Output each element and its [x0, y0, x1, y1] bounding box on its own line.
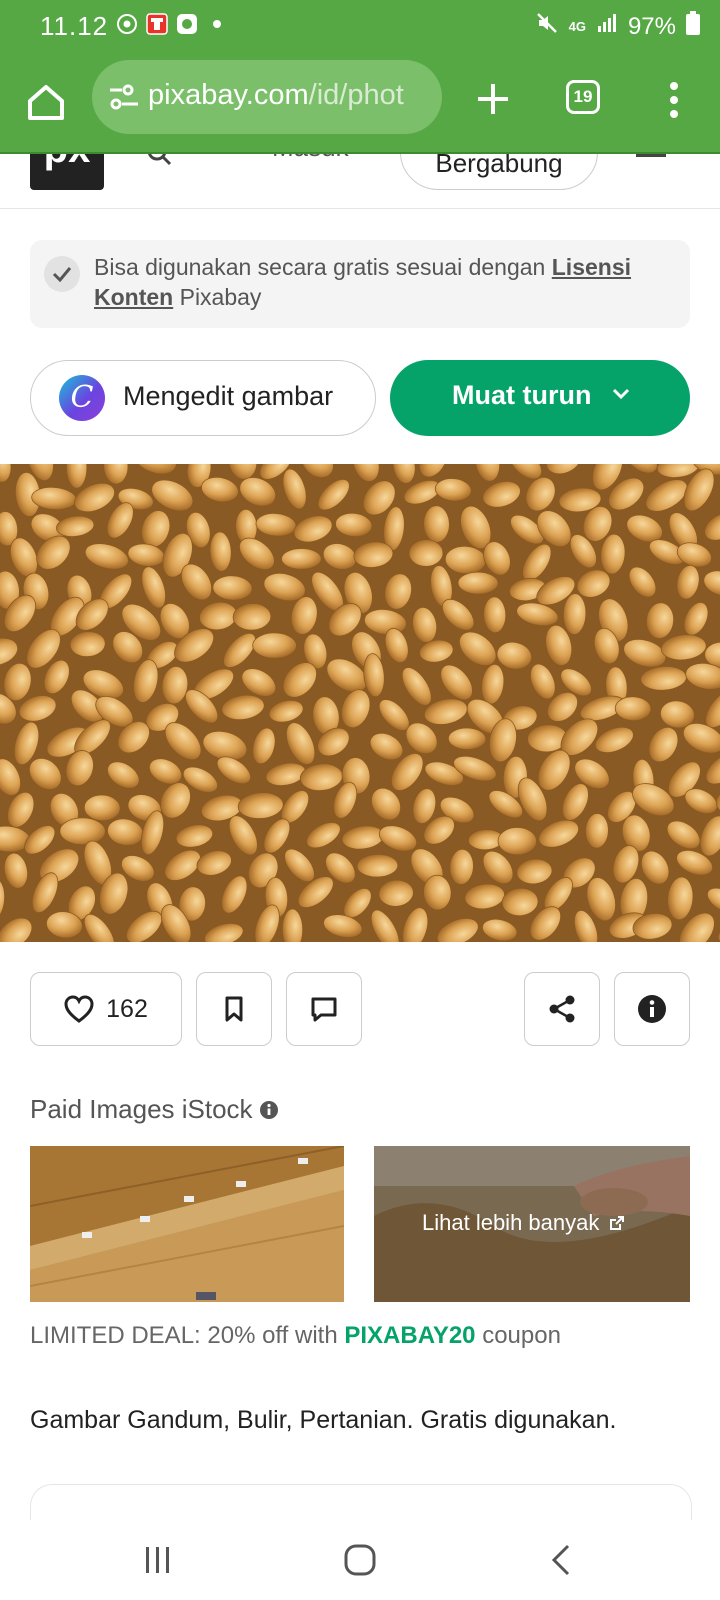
check-icon — [44, 256, 80, 292]
wheat-grain — [447, 727, 487, 751]
wheat-grain — [457, 571, 499, 595]
home-button[interactable] — [24, 80, 68, 124]
info-button[interactable] — [614, 972, 690, 1046]
comment-icon — [311, 997, 337, 1022]
new-tab-button[interactable] — [470, 76, 516, 122]
url-host: pixabay.com — [148, 79, 309, 111]
system-status: 4G 97% — [535, 11, 700, 42]
battery-level: 97% — [627, 12, 676, 40]
tabs-icon[interactable]: 19 — [566, 80, 600, 114]
license-notice: Bisa digunakan secara gratis sesuai deng… — [30, 240, 690, 328]
see-more-link[interactable]: Lihat lebih banyak — [422, 1210, 625, 1236]
wheat-grain — [252, 632, 297, 659]
download-button[interactable]: Muat turun — [390, 360, 690, 436]
hero-image[interactable] — [0, 464, 720, 942]
share-button[interactable] — [524, 972, 600, 1046]
wheat-grain — [281, 548, 322, 570]
status-time: 11.12 — [40, 11, 109, 41]
wheat-grain — [423, 505, 450, 543]
gallery-notification-icon — [176, 13, 198, 35]
download-label: Muat turun — [452, 380, 592, 410]
wheat-grain — [408, 539, 444, 567]
mute-icon — [535, 11, 559, 42]
like-count: 162 — [106, 994, 148, 1023]
see-more-label: Lihat lebih banyak — [422, 1210, 600, 1235]
menu-icon[interactable] — [636, 154, 666, 157]
paid-images-heading: Paid Images iStock — [30, 1094, 279, 1125]
image-caption: Gambar Gandum, Bulir, Pertanian. Gratis … — [30, 1406, 617, 1434]
paid-images-title: Paid Images iStock — [30, 1094, 253, 1124]
deal-suffix: coupon — [475, 1322, 561, 1349]
action-row: 162 — [0, 972, 720, 1048]
search-icon[interactable] — [146, 154, 172, 166]
network-type: 4G — [568, 19, 586, 34]
url-text[interactable]: pixabay.com/id/phot — [148, 79, 434, 112]
browser-toolbar: pixabay.com/id/phot 19 — [0, 52, 720, 154]
home-nav-icon[interactable] — [340, 1540, 380, 1580]
app-notification-icon — [146, 13, 168, 35]
wheat-grain — [59, 817, 106, 846]
tune-icon[interactable] — [108, 82, 140, 112]
battery-icon — [686, 11, 700, 42]
license-prefix: Bisa digunakan secara gratis sesuai deng… — [94, 254, 552, 280]
canva-icon: C — [59, 375, 105, 421]
more-vert-icon[interactable] — [664, 78, 684, 122]
info-icon — [638, 995, 666, 1023]
url-path: /id/phot — [308, 79, 404, 111]
wheat-grain — [497, 827, 537, 856]
share-icon — [549, 995, 575, 1023]
bookmark-icon — [225, 996, 243, 1022]
status-bar: 11.12 4G 97% — [0, 0, 720, 52]
deal-banner: LIMITED DEAL: 20% off with PIXABAY20 cou… — [30, 1322, 561, 1350]
login-link[interactable]: Masuk — [272, 154, 349, 163]
bookmark-button[interactable] — [196, 972, 272, 1046]
site-header: px Masuk Bergabung — [0, 154, 720, 209]
recent-apps-icon[interactable] — [138, 1540, 178, 1580]
like-button[interactable]: 162 — [30, 972, 182, 1046]
signal-icon — [596, 12, 618, 41]
system-navigation-bar — [0, 1520, 720, 1600]
external-link-icon — [610, 1216, 625, 1230]
notification-icons — [116, 13, 228, 35]
paid-image-thumbnail[interactable] — [30, 1146, 344, 1302]
harvest-field-photo — [30, 1146, 344, 1302]
chrome-notification-icon — [116, 13, 138, 35]
info-icon[interactable] — [259, 1100, 279, 1120]
see-more-thumbnail[interactable]: Lihat lebih banyak — [374, 1146, 690, 1302]
coupon-code[interactable]: PIXABAY20 — [344, 1322, 475, 1349]
license-text: Bisa digunakan secara gratis sesuai deng… — [94, 252, 680, 312]
plus-icon — [478, 84, 508, 114]
home-icon — [28, 85, 64, 120]
heart-icon — [64, 995, 94, 1023]
deal-prefix: LIMITED DEAL: 20% off with — [30, 1322, 345, 1349]
comment-button[interactable] — [286, 972, 362, 1046]
chevron-down-icon — [612, 388, 630, 400]
address-bar[interactable]: pixabay.com/id/phot — [92, 60, 442, 134]
wheat-grains-photo — [0, 464, 720, 942]
license-suffix: Pixabay — [173, 284, 262, 310]
edit-image-label: Mengedit gambar — [123, 381, 334, 411]
edit-image-button[interactable]: C Mengedit gambar — [30, 360, 376, 436]
dot-icon — [206, 13, 228, 35]
pixabay-logo[interactable]: px — [30, 154, 104, 190]
join-button[interactable]: Bergabung — [400, 154, 598, 190]
back-icon[interactable] — [542, 1540, 582, 1580]
